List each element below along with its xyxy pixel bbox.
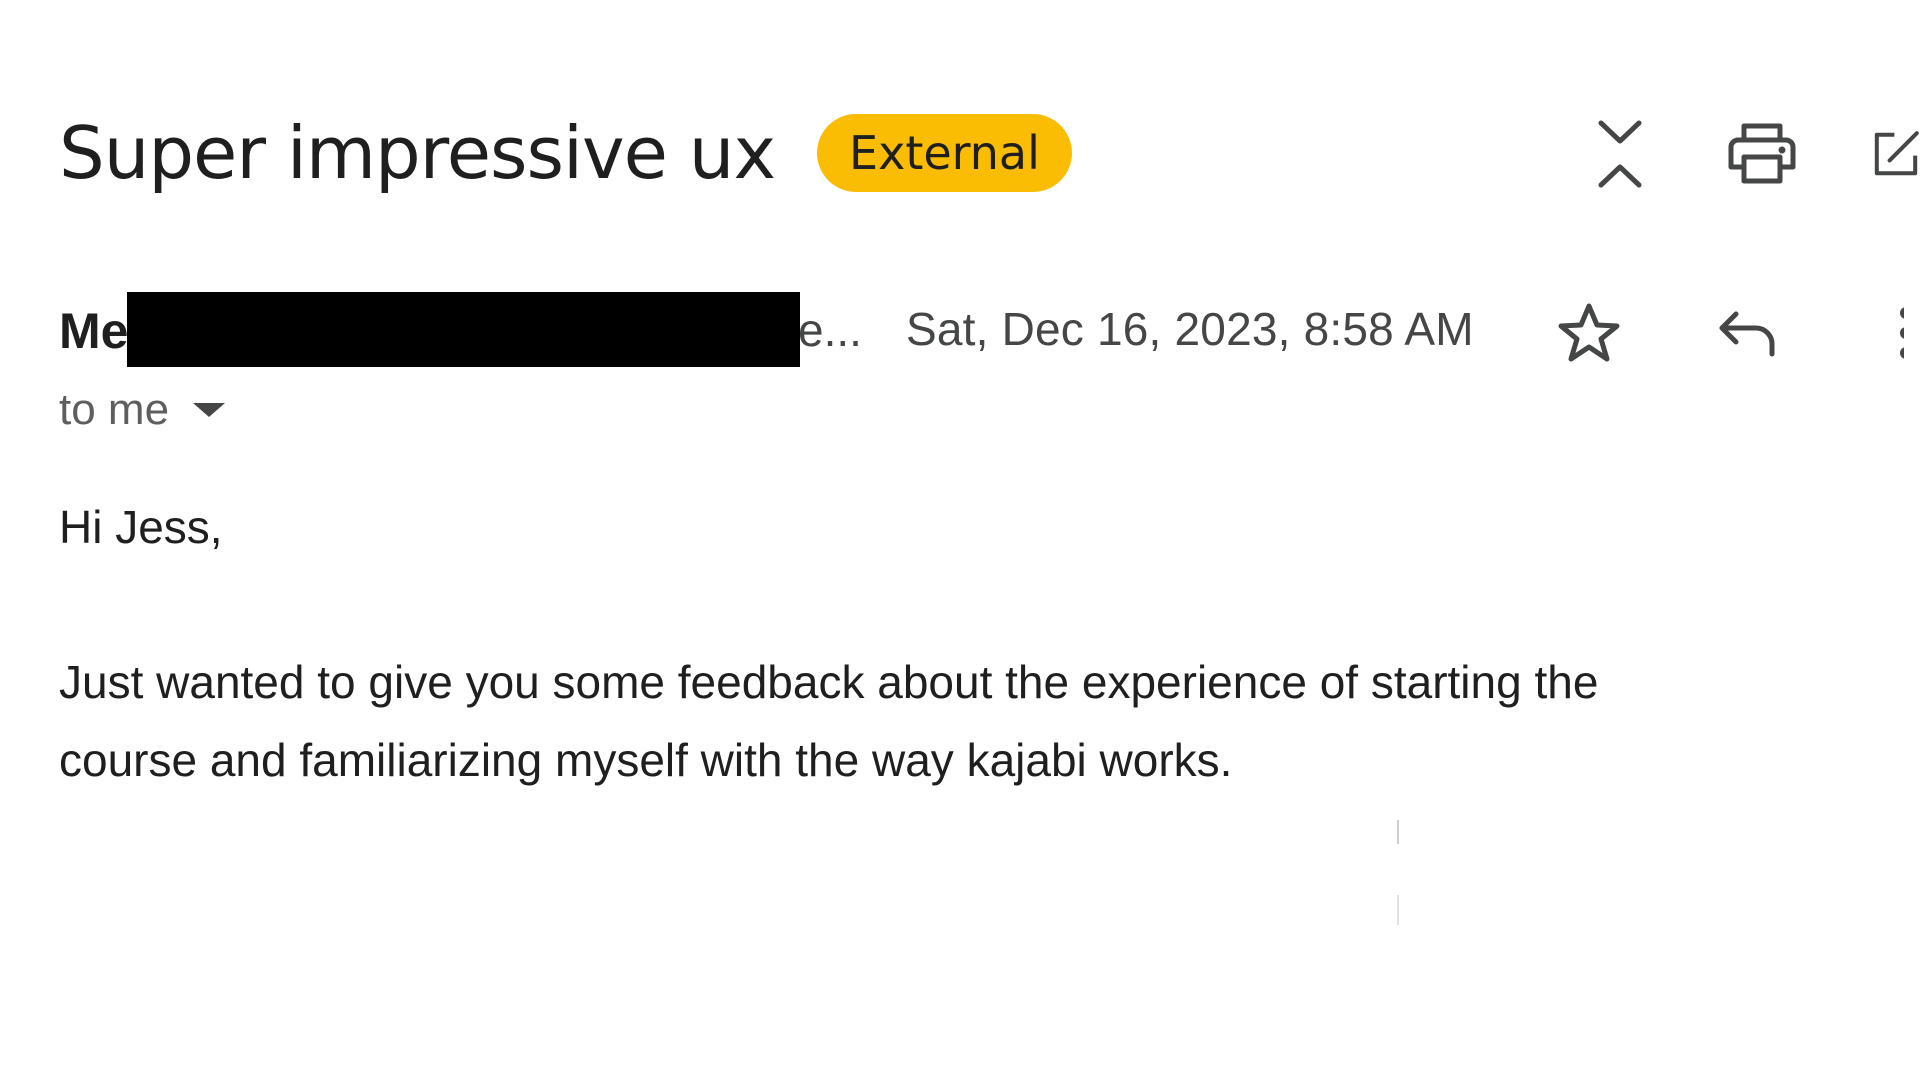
body-line-2: course and familiarizing myself with the… <box>59 734 1233 786</box>
reply-button[interactable] <box>1712 298 1782 368</box>
redaction-block <box>127 292 800 367</box>
star-icon <box>1558 303 1620 362</box>
email-subject: Super impressive ux <box>59 111 776 195</box>
divider <box>1397 820 1399 844</box>
collapse-all-button[interactable] <box>1586 118 1654 190</box>
sender-email: e... <box>798 304 862 356</box>
body-line-1: Just wanted to give you some feedback ab… <box>59 656 1599 708</box>
recipients-label: to me <box>59 385 170 434</box>
greeting: Hi Jess, <box>59 501 223 553</box>
more-vert-icon <box>1900 307 1904 359</box>
reply-icon <box>1719 311 1775 357</box>
external-badge[interactable]: External <box>817 114 1072 192</box>
open-in-new-window-button[interactable] <box>1872 118 1920 190</box>
subject-row: Super impressive ux External <box>59 108 1072 198</box>
sender-row: Me <box>59 293 128 369</box>
recipients-toggle[interactable]: to me <box>59 380 226 440</box>
divider <box>1397 895 1399 925</box>
star-button[interactable] <box>1554 298 1624 368</box>
sender-name[interactable]: Me <box>59 302 128 360</box>
arrow-drop-down-icon <box>193 403 226 417</box>
collapse-all-icon <box>1598 120 1642 188</box>
email-body: Hi Jess, Just wanted to give you some fe… <box>59 488 1859 799</box>
print-icon <box>1728 123 1796 184</box>
email-date: Sat, Dec 16, 2023, 8:58 AM <box>906 303 1474 355</box>
open-in-new-window-icon <box>1874 131 1919 176</box>
more-options-button[interactable] <box>1880 298 1920 368</box>
print-button[interactable] <box>1722 118 1802 190</box>
